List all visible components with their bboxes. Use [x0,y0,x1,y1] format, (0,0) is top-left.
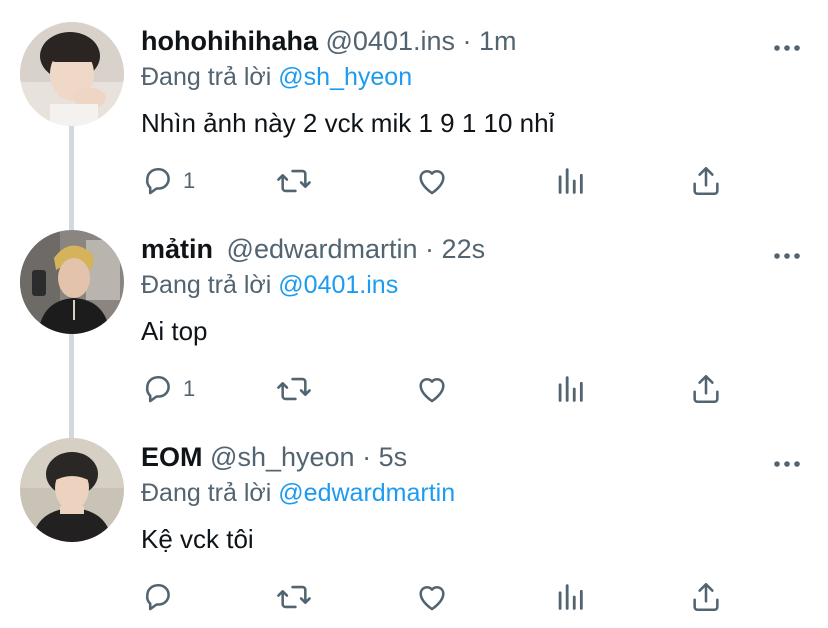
display-name[interactable]: EOM [141,442,203,472]
display-name[interactable]: mảtin [141,234,213,264]
tweet-header: hohohihihaha @0401.ins · 1m [141,26,517,56]
like-icon [415,580,449,614]
replying-to-label: Đang trả lời [141,63,272,91]
tweet-text: Nhìn ảnh này 2 vck mik 1 9 1 10 nhỉ [141,108,555,138]
more-icon[interactable] [774,38,800,56]
tweet-header: mảtin @edwardmartin · 22s [141,234,485,264]
reply-mention-link[interactable]: @edwardmartin [278,479,455,507]
share-icon [689,164,723,198]
replying-to: Đang trả lời @edwardmartin [141,479,455,507]
separator-dot: · [425,234,435,264]
tweet-text: Kệ vck tôi [141,524,254,554]
share-icon [689,372,723,406]
replying-to-label: Đang trả lời [141,271,272,299]
tweet[interactable]: hohohihihaha @0401.ins · 1m Đang trả lời… [0,0,828,208]
tweet[interactable]: EOM @sh_hyeon · 5s Đang trả lời @edwardm… [0,416,828,624]
reply-icon [141,580,175,614]
retweet-icon [275,164,313,198]
more-icon[interactable] [774,246,800,264]
like-button[interactable] [415,580,449,614]
analytics-icon [553,372,587,406]
action-bar [141,580,741,614]
reply-button[interactable] [141,580,183,614]
display-name[interactable]: hohohihihaha [141,26,318,56]
like-icon [415,372,449,406]
handle[interactable]: @0401.ins [326,26,456,56]
analytics-button[interactable] [553,580,587,614]
tweet-text: Ai top [141,316,208,346]
replying-to: Đang trả lời @sh_hyeon [141,63,412,91]
handle[interactable]: @edwardmartin [227,234,418,264]
separator-dot: · [462,26,472,56]
tweet-header: EOM @sh_hyeon · 5s [141,442,407,472]
more-icon[interactable] [774,454,800,472]
retweet-button[interactable] [275,580,313,614]
analytics-button[interactable] [553,372,587,406]
tweet[interactable]: mảtin @edwardmartin · 22s Đang trả lời @… [0,208,828,416]
retweet-icon [275,372,313,406]
like-button[interactable] [415,372,449,406]
share-icon [689,580,723,614]
avatar[interactable] [20,22,124,126]
replying-to-label: Đang trả lời [141,479,272,507]
retweet-button[interactable] [275,164,313,198]
analytics-button[interactable] [553,164,587,198]
analytics-icon [553,580,587,614]
reply-icon [141,164,175,198]
analytics-icon [553,164,587,198]
like-button[interactable] [415,164,449,198]
reply-button[interactable]: 1 [141,164,195,198]
retweet-button[interactable] [275,372,313,406]
separator-dot: · [362,442,372,472]
avatar[interactable] [20,438,124,542]
reply-count: 1 [183,376,196,401]
reply-icon [141,372,175,406]
reply-count: 1 [183,168,196,193]
action-bar: 1 [141,164,741,198]
retweet-icon [275,580,313,614]
reply-mention-link[interactable]: @0401.ins [278,271,398,299]
like-icon [415,164,449,198]
timestamp[interactable]: 5s [379,442,408,472]
action-bar: 1 [141,372,741,406]
handle[interactable]: @sh_hyeon [210,442,355,472]
timestamp[interactable]: 1m [479,26,517,56]
avatar[interactable] [20,230,124,334]
share-button[interactable] [689,580,723,614]
reply-thread: hohohihihaha @0401.ins · 1m Đang trả lời… [0,0,828,628]
reply-button[interactable]: 1 [141,372,195,406]
share-button[interactable] [689,372,723,406]
replying-to: Đang trả lời @0401.ins [141,271,398,299]
reply-mention-link[interactable]: @sh_hyeon [278,63,412,91]
timestamp[interactable]: 22s [442,234,486,264]
share-button[interactable] [689,164,723,198]
